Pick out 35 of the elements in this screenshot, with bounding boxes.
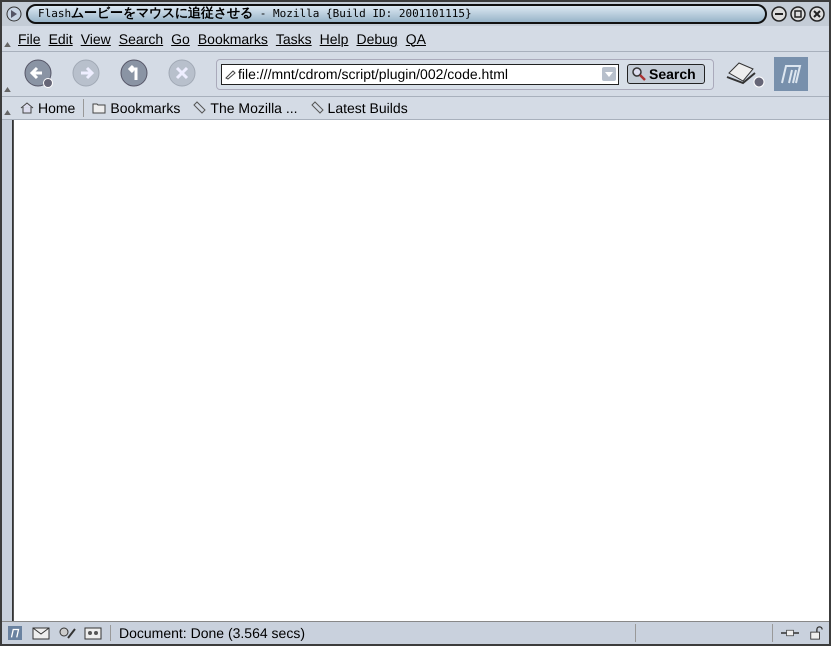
menu-item[interactable]: Tasks — [272, 30, 316, 46]
menu-item[interactable]: Help — [316, 30, 352, 46]
bookmark-icon — [192, 101, 206, 115]
bookmarks-folder[interactable]: Bookmarks — [86, 100, 186, 116]
home-button[interactable]: Home — [14, 100, 82, 116]
app-icon[interactable] — [6, 6, 22, 22]
menu-item[interactable]: Edit — [44, 30, 77, 46]
bookmark-icon — [310, 101, 324, 115]
menu-item[interactable]: Debug — [352, 30, 402, 46]
toolbar-grip-icon[interactable] — [4, 42, 11, 47]
toolbar-grip-icon[interactable] — [4, 110, 11, 115]
address-field[interactable]: file:///mnt/cdrom/script/plugin/002/code.html — [221, 64, 619, 84]
house-icon — [20, 101, 34, 115]
compose-icon[interactable] — [58, 626, 76, 640]
menu-item[interactable]: Bookmarks — [194, 30, 272, 46]
search-button[interactable]: Search — [627, 64, 705, 84]
menu-item[interactable]: View — [76, 30, 115, 46]
menu-item[interactable]: Go — [167, 30, 194, 46]
mozilla-icon[interactable] — [6, 626, 24, 640]
folder-icon — [92, 101, 106, 115]
menu-item[interactable]: Search — [114, 30, 168, 46]
address-book-icon[interactable] — [84, 626, 102, 640]
mail-icon[interactable] — [32, 626, 50, 640]
throbber-logo[interactable] — [774, 57, 808, 91]
toolbar-grip-icon[interactable] — [4, 87, 11, 92]
bookmark-link[interactable]: Latest Builds — [304, 100, 414, 116]
bookmark-link[interactable]: The Mozilla ... — [186, 100, 304, 116]
window-title: Flashムービーをマウスに追従させる - Mozilla {Build ID: 2001101115} — [26, 4, 767, 24]
menu-item[interactable]: QA — [402, 30, 430, 46]
maximize-icon[interactable] — [790, 6, 806, 22]
status-text: Document: Done (3.564 secs) — [110, 625, 627, 641]
menu-item[interactable]: File — [14, 30, 45, 46]
minimize-icon[interactable] — [771, 6, 787, 22]
search-icon — [632, 67, 646, 81]
close-icon[interactable] — [809, 6, 825, 22]
